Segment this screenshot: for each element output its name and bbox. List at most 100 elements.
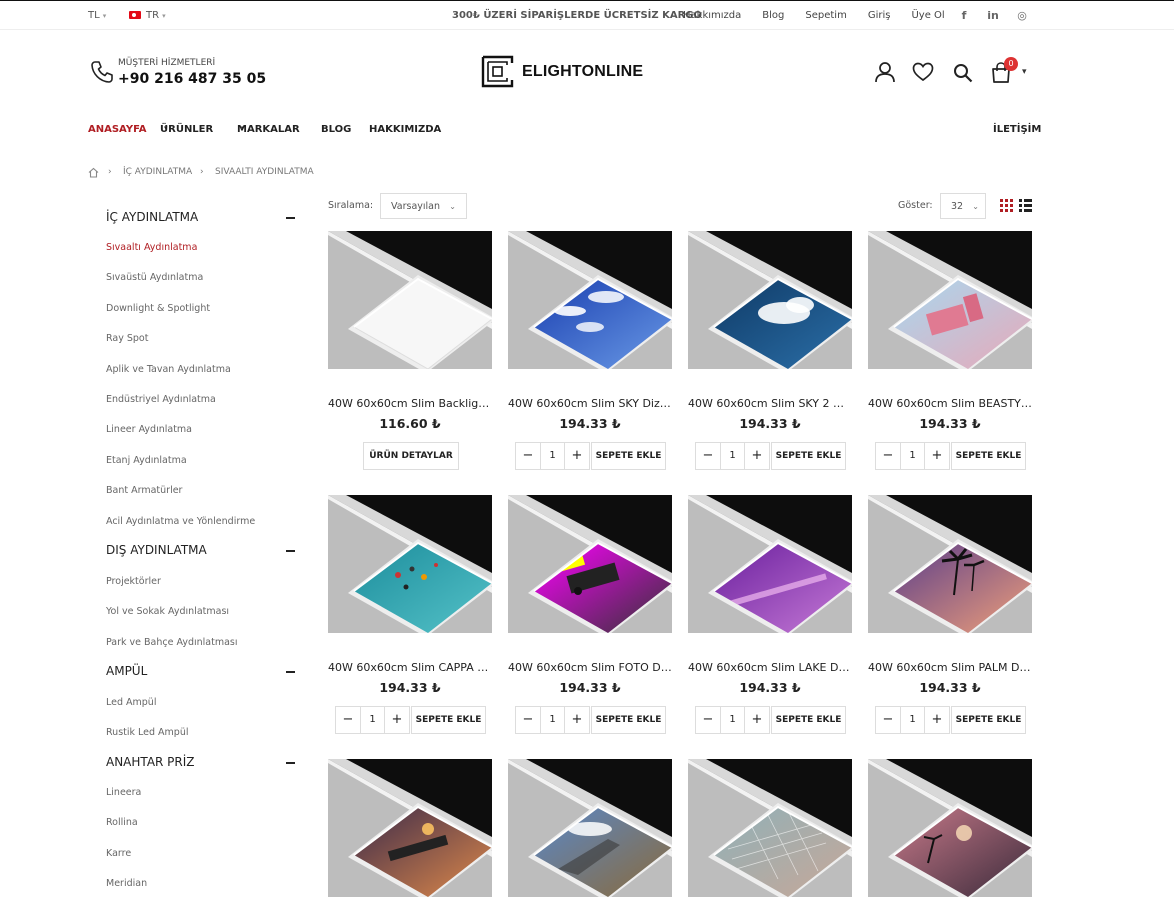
nav-item-contact[interactable]: İLETİŞİM: [993, 124, 1041, 135]
product-image[interactable]: [868, 495, 1032, 633]
minus-icon[interactable]: −: [876, 707, 900, 733]
collapse-icon[interactable]: [286, 671, 295, 673]
product-image[interactable]: [328, 231, 492, 369]
plus-icon[interactable]: +: [745, 707, 769, 733]
quantity-input[interactable]: 1: [360, 707, 385, 733]
top-link-blog[interactable]: Blog: [762, 10, 784, 21]
sort-select[interactable]: Varsayılan ⌄: [380, 193, 467, 219]
sidebar-subcategory[interactable]: Lineera: [106, 787, 141, 798]
add-to-cart-button[interactable]: SEPETE EKLE: [411, 706, 486, 734]
add-to-cart-button[interactable]: SEPETE EKLE: [771, 706, 846, 734]
sidebar-subcategory[interactable]: Etanj Aydınlatma: [106, 455, 187, 466]
user-icon[interactable]: [874, 61, 896, 83]
product-name[interactable]: 40W 60x60cm Slim LAKE Dizayn Led Panel: [688, 661, 852, 674]
minus-icon[interactable]: −: [696, 443, 720, 469]
plus-icon[interactable]: +: [385, 707, 409, 733]
product-name[interactable]: 40W 60x60cm Slim SKY Dizayn Led Panel: [508, 397, 672, 410]
product-name[interactable]: 40W 60x60cm Slim SKY 2 Dizayn Led Panel: [688, 397, 852, 410]
plus-icon[interactable]: +: [745, 443, 769, 469]
sidebar-category-title[interactable]: ANAHTAR PRİZ: [106, 755, 195, 769]
sidebar-subcategory[interactable]: Park ve Bahçe Aydınlatması: [106, 637, 238, 648]
add-to-cart-button[interactable]: SEPETE EKLE: [951, 706, 1026, 734]
product-details-button[interactable]: ÜRÜN DETAYLAR: [363, 442, 459, 470]
product-image[interactable]: [688, 759, 852, 897]
collapse-icon[interactable]: [286, 217, 295, 219]
sidebar-subcategory[interactable]: Led Ampül: [106, 697, 156, 708]
top-link-about[interactable]: Hakkımızda: [683, 10, 741, 21]
sidebar-subcategory[interactable]: Projektörler: [106, 576, 161, 587]
product-image[interactable]: [328, 495, 492, 633]
product-name[interactable]: 40W 60x60cm Slim BEASTY Dizayn Led Panel: [868, 397, 1032, 410]
sidebar-subcategory[interactable]: Karre: [106, 848, 131, 859]
plus-icon[interactable]: +: [925, 707, 949, 733]
sidebar-category-title[interactable]: DIŞ AYDINLATMA: [106, 543, 207, 557]
heart-icon[interactable]: [912, 62, 934, 82]
instagram-icon[interactable]: ◎: [1016, 9, 1028, 22]
sidebar-subcategory[interactable]: Lineer Aydınlatma: [106, 424, 192, 435]
product-name[interactable]: 40W 60x60cm Slim Backlight Led Panel: [328, 397, 492, 410]
product-image[interactable]: [508, 495, 672, 633]
product-name[interactable]: 40W 60x60cm Slim PALM Dizayn Led Panel: [868, 661, 1032, 674]
sidebar-category-title[interactable]: İÇ AYDINLATMA: [106, 210, 198, 224]
sidebar-subcategory[interactable]: Endüstriyel Aydınlatma: [106, 394, 216, 405]
sidebar-subcategory[interactable]: Sıvaaltı Aydınlatma: [106, 242, 197, 253]
sidebar-subcategory[interactable]: Bant Armatürler: [106, 485, 182, 496]
collapse-icon[interactable]: [286, 550, 295, 552]
add-to-cart-button[interactable]: SEPETE EKLE: [591, 442, 666, 470]
sidebar-subcategory[interactable]: Rollina: [106, 817, 138, 828]
quantity-input[interactable]: 1: [540, 443, 565, 469]
plus-icon[interactable]: +: [565, 443, 589, 469]
add-to-cart-button[interactable]: SEPETE EKLE: [771, 442, 846, 470]
product-image[interactable]: [688, 231, 852, 369]
linkedin-icon[interactable]: in: [987, 9, 999, 22]
product-image[interactable]: [688, 495, 852, 633]
sidebar-subcategory[interactable]: Aplik ve Tavan Aydınlatma: [106, 364, 231, 375]
page-size-select[interactable]: 32 ⌄: [940, 193, 986, 219]
product-image[interactable]: [868, 231, 1032, 369]
quantity-input[interactable]: 1: [900, 707, 925, 733]
sidebar-subcategory[interactable]: Ray Spot: [106, 333, 148, 344]
product-name[interactable]: 40W 60x60cm Slim CAPPA Dizayn Led Panel: [328, 661, 492, 674]
nav-item-home[interactable]: ANASAYFA: [88, 124, 147, 135]
home-icon[interactable]: [88, 167, 99, 178]
quantity-input[interactable]: 1: [540, 707, 565, 733]
sidebar-subcategory[interactable]: Sıvaüstü Aydınlatma: [106, 272, 203, 283]
sidebar-subcategory[interactable]: Meridian: [106, 878, 147, 889]
sidebar-category-title[interactable]: AMPÜL: [106, 664, 147, 678]
quantity-input[interactable]: 1: [720, 443, 745, 469]
currency-selector[interactable]: TL ▾: [88, 10, 106, 21]
breadcrumb-item[interactable]: İÇ AYDINLATMA: [123, 167, 192, 177]
sidebar-subcategory[interactable]: Yol ve Sokak Aydınlatması: [106, 606, 229, 617]
facebook-icon[interactable]: f: [958, 9, 970, 22]
top-link-cart[interactable]: Sepetim: [805, 10, 846, 21]
minus-icon[interactable]: −: [876, 443, 900, 469]
chevron-down-icon[interactable]: ▾: [1022, 67, 1027, 77]
product-name[interactable]: 40W 60x60cm Slim FOTO Dizayn Led Panel: [508, 661, 672, 674]
sidebar-subcategory[interactable]: Downlight & Spotlight: [106, 303, 210, 314]
search-icon[interactable]: [953, 63, 973, 83]
product-image[interactable]: [508, 759, 672, 897]
language-selector[interactable]: TR ▾: [129, 10, 166, 21]
add-to-cart-button[interactable]: SEPETE EKLE: [951, 442, 1026, 470]
plus-icon[interactable]: +: [565, 707, 589, 733]
minus-icon[interactable]: −: [516, 707, 540, 733]
product-image[interactable]: [868, 759, 1032, 897]
nav-item-about[interactable]: HAKKIMIZDA: [369, 124, 441, 135]
list-view-icon[interactable]: [1019, 199, 1032, 212]
quantity-input[interactable]: 1: [720, 707, 745, 733]
product-image[interactable]: [508, 231, 672, 369]
sidebar-subcategory[interactable]: Acil Aydınlatma ve Yönlendirme: [106, 516, 255, 527]
nav-item-blog[interactable]: BLOG: [321, 124, 351, 135]
plus-icon[interactable]: +: [925, 443, 949, 469]
collapse-icon[interactable]: [286, 762, 295, 764]
product-image[interactable]: [328, 759, 492, 897]
site-logo[interactable]: ELIGHTONLINE: [481, 55, 643, 88]
grid-view-icon[interactable]: [1000, 199, 1013, 212]
sidebar-subcategory[interactable]: Rustik Led Ampül: [106, 727, 189, 738]
add-to-cart-button[interactable]: SEPETE EKLE: [591, 706, 666, 734]
quantity-input[interactable]: 1: [900, 443, 925, 469]
top-link-register[interactable]: Üye Ol: [911, 10, 944, 21]
minus-icon[interactable]: −: [696, 707, 720, 733]
minus-icon[interactable]: −: [336, 707, 360, 733]
minus-icon[interactable]: −: [516, 443, 540, 469]
